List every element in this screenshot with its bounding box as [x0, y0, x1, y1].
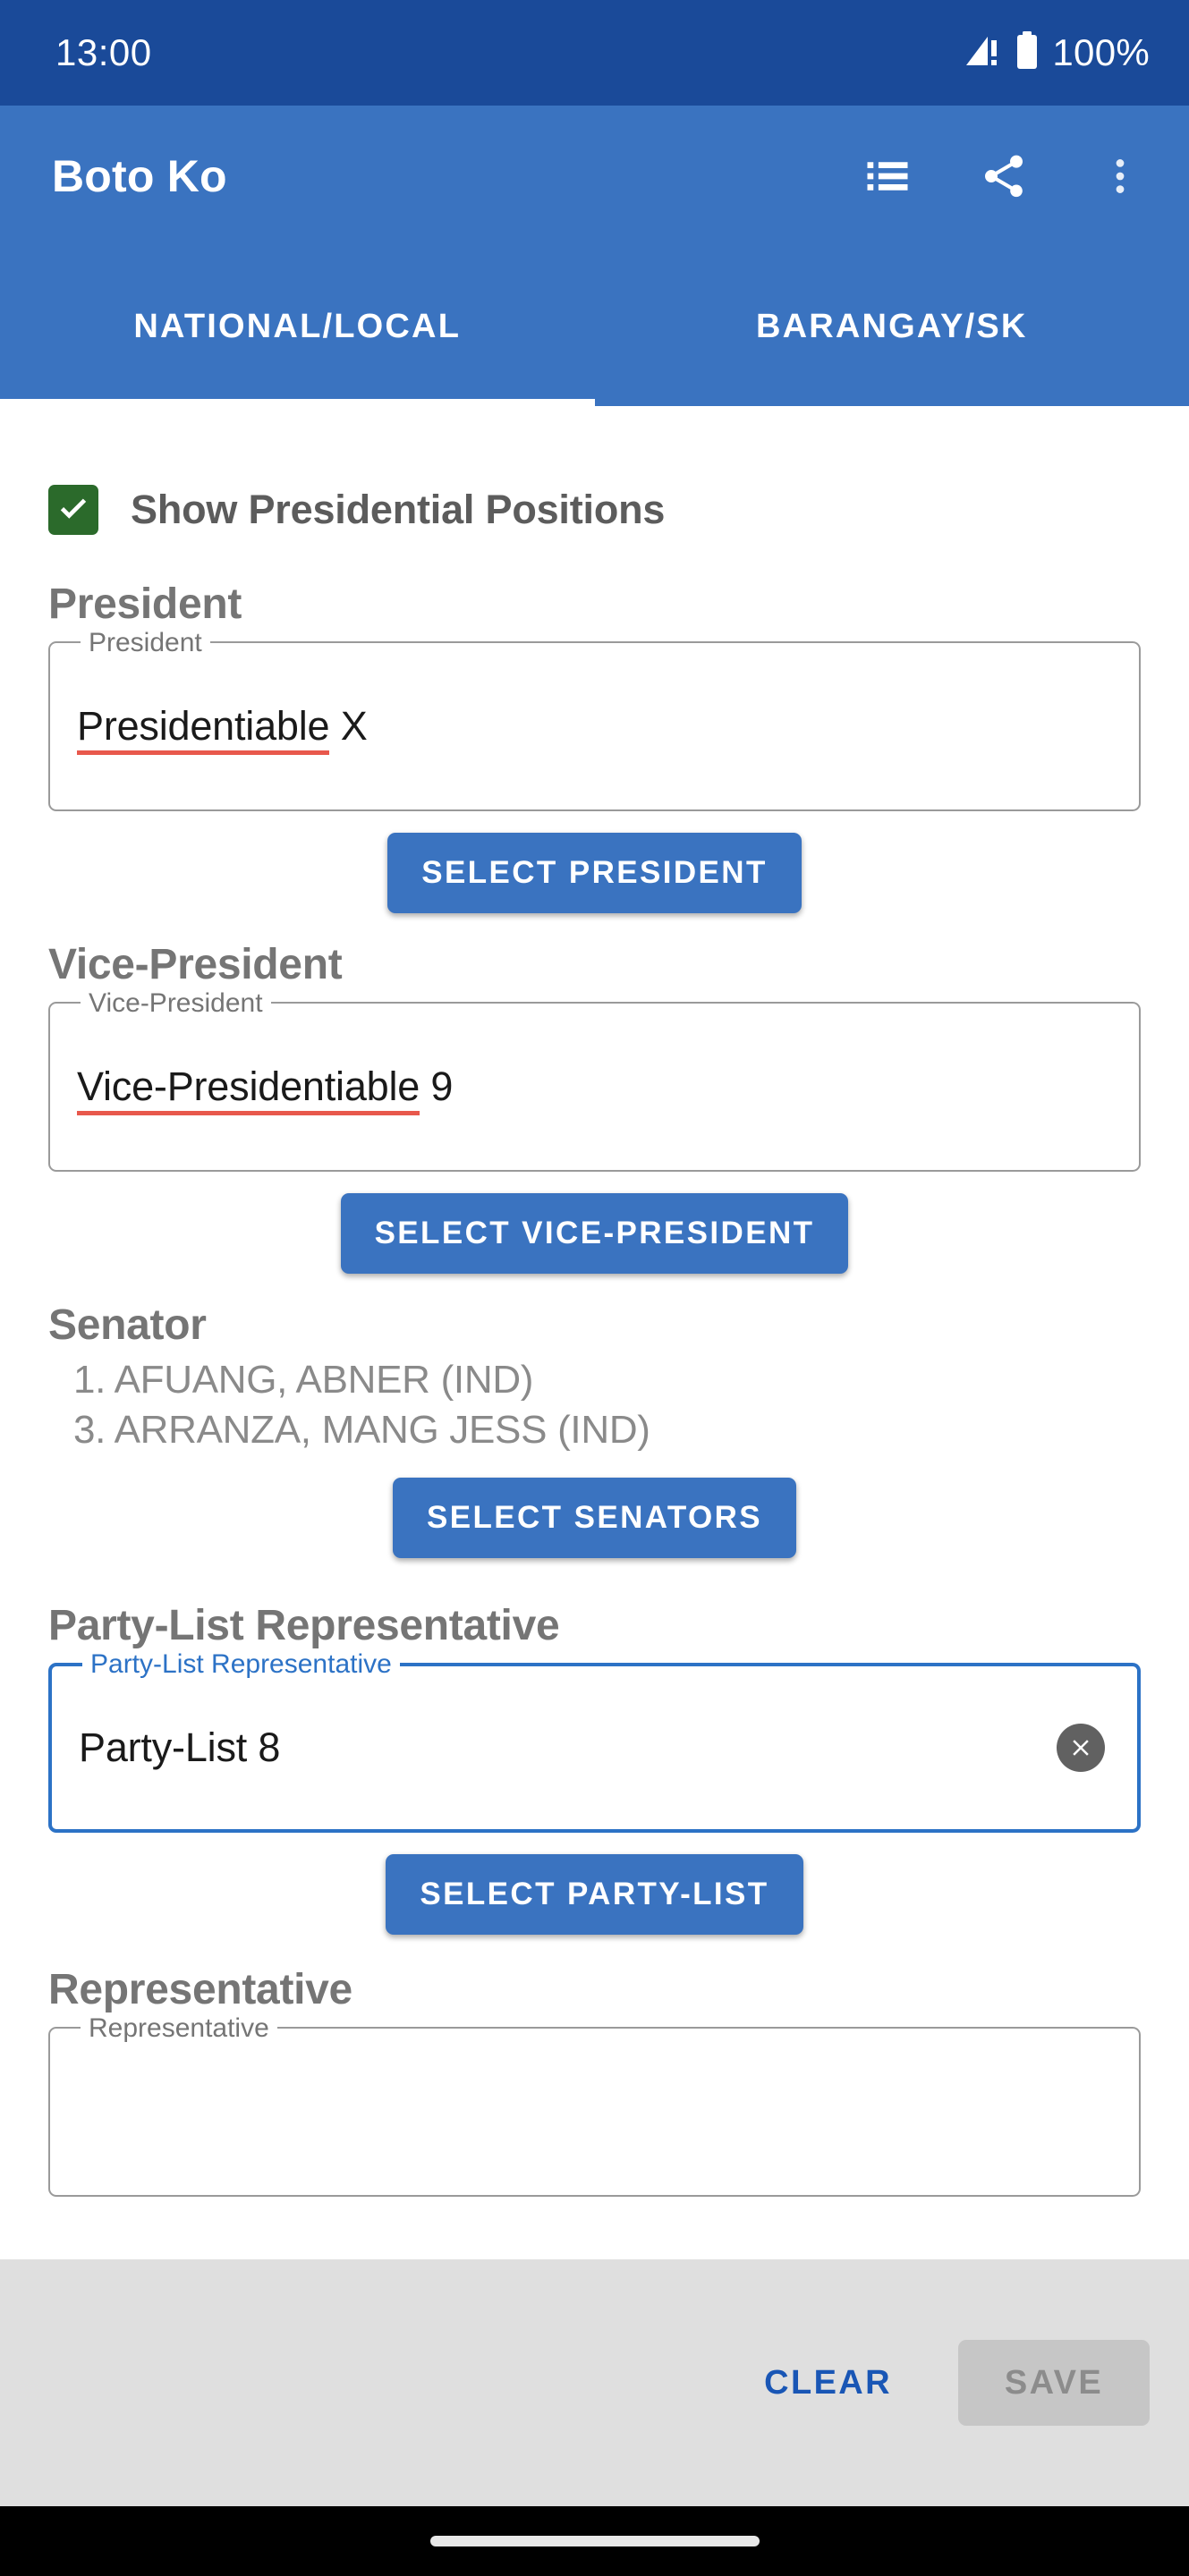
- president-field[interactable]: President Presidentiable X: [48, 628, 1141, 811]
- clear-button[interactable]: CLEAR: [741, 2344, 915, 2422]
- select-president-button[interactable]: SELECT PRESIDENT: [387, 833, 802, 913]
- battery-full-icon: [1015, 30, 1040, 75]
- share-icon[interactable]: [969, 141, 1039, 211]
- list-item: 3. ARRANZA, MANG JESS (IND): [73, 1408, 650, 1453]
- senator-selected-list: 1. AFUANG, ABNER (IND) 3. ARRANZA, MANG …: [48, 1355, 1141, 1456]
- tab-national-local[interactable]: NATIONAL/LOCAL: [0, 247, 595, 406]
- tab-national-local-label: NATIONAL/LOCAL: [133, 307, 462, 345]
- tab-bar: NATIONAL/LOCAL BARANGAY/SK: [0, 247, 1189, 406]
- tab-barangay-sk-label: BARANGAY/SK: [755, 307, 1028, 345]
- section-heading-president: President: [48, 580, 242, 628]
- vice-president-field-label: Vice-President: [81, 988, 271, 1019]
- select-vice-president-button[interactable]: SELECT VICE-PRESIDENT: [340, 1193, 849, 1274]
- section-heading-representative: Representative: [48, 1965, 352, 2013]
- party-list-field[interactable]: Party-List Representative Party-List 8: [48, 1648, 1141, 1833]
- section-heading-vice-president: Vice-President: [48, 941, 343, 988]
- tab-barangay-sk[interactable]: BARANGAY/SK: [595, 247, 1189, 406]
- status-bar-clock: 13:00: [55, 31, 152, 73]
- app-bar: Boto Ko: [0, 106, 1189, 247]
- representative-field[interactable]: Representative: [48, 2012, 1141, 2197]
- app-title: Boto Ko: [52, 151, 227, 201]
- ballot-form-scroll[interactable]: Show Presidential Positions President Pr…: [0, 406, 1189, 2259]
- party-list-field-label: Party-List Representative: [82, 1648, 400, 1680]
- android-navigation-bar: [0, 2506, 1189, 2576]
- app-screen: 13:00 100% Boto Ko NATIONAL/LOCAL BARANG…: [0, 0, 1189, 2576]
- status-bar-indicators: 100%: [964, 30, 1150, 75]
- status-bar: 13:00 100%: [0, 0, 1189, 106]
- vice-president-value-word: Vice-Presidentiable: [77, 1063, 420, 1115]
- signal-warning-icon: [964, 33, 1002, 73]
- section-heading-party-list: Party-List Representative: [48, 1601, 560, 1649]
- president-field-label: President: [81, 628, 210, 658]
- checkbox-checked-icon[interactable]: [48, 485, 98, 535]
- president-button-row: SELECT PRESIDENT: [48, 833, 1141, 913]
- app-bar-actions: [853, 141, 1155, 211]
- home-gesture-pill[interactable]: [429, 2536, 760, 2546]
- vice-president-field-value: Vice-Presidentiable 9: [77, 1063, 454, 1115]
- president-field-value: Presidentiable X: [77, 703, 368, 755]
- clear-circle-icon[interactable]: [1057, 1723, 1105, 1772]
- overflow-menu-icon[interactable]: [1085, 141, 1155, 211]
- president-value-word: Presidentiable: [77, 703, 330, 755]
- representative-field-label: Representative: [81, 2012, 277, 2044]
- select-party-list-button[interactable]: SELECT PARTY-LIST: [386, 1853, 803, 1935]
- bottom-action-bar: CLEAR SAVE: [0, 2259, 1189, 2506]
- save-button[interactable]: SAVE: [958, 2340, 1150, 2426]
- show-presidential-positions-row[interactable]: Show Presidential Positions: [48, 406, 1141, 553]
- party-list-field-value: Party-List 8: [79, 1724, 281, 1770]
- list-item: 1. AFUANG, ABNER (IND): [73, 1358, 534, 1402]
- senator-button-row: SELECT SENATORS: [48, 1477, 1141, 1558]
- party-list-button-row: SELECT PARTY-LIST: [48, 1853, 1141, 1935]
- vice-president-button-row: SELECT VICE-PRESIDENT: [48, 1193, 1141, 1274]
- show-presidential-positions-label: Show Presidential Positions: [131, 487, 666, 532]
- battery-percentage: 100%: [1052, 31, 1150, 73]
- select-senators-button[interactable]: SELECT SENATORS: [392, 1477, 797, 1558]
- vice-president-value-rest: 9: [420, 1063, 454, 1109]
- president-value-rest: X: [329, 703, 368, 749]
- view-list-icon[interactable]: [853, 141, 922, 211]
- section-heading-senator: Senator: [48, 1301, 207, 1349]
- vice-president-field[interactable]: Vice-President Vice-Presidentiable 9: [48, 988, 1141, 1172]
